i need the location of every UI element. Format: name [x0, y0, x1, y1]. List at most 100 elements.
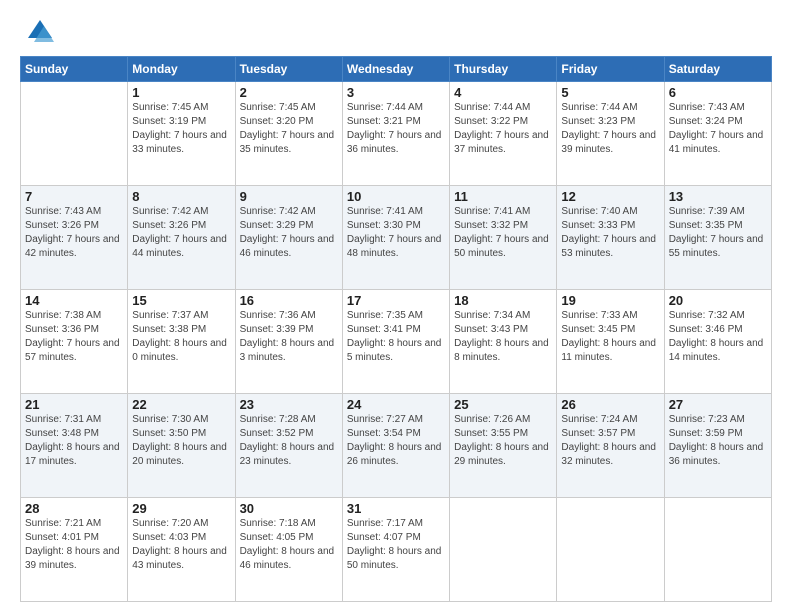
- day-number: 26: [561, 397, 659, 412]
- weekday-header-wednesday: Wednesday: [342, 57, 449, 82]
- weekday-header-saturday: Saturday: [664, 57, 771, 82]
- calendar-cell: 8Sunrise: 7:42 AMSunset: 3:26 PMDaylight…: [128, 186, 235, 290]
- calendar-cell: 21Sunrise: 7:31 AMSunset: 3:48 PMDayligh…: [21, 394, 128, 498]
- day-number: 3: [347, 85, 445, 100]
- calendar-cell: [450, 498, 557, 602]
- day-info: Sunrise: 7:41 AMSunset: 3:30 PMDaylight:…: [347, 205, 445, 261]
- calendar-cell: 20Sunrise: 7:32 AMSunset: 3:46 PMDayligh…: [664, 290, 771, 394]
- day-info: Sunrise: 7:41 AMSunset: 3:32 PMDaylight:…: [454, 205, 552, 261]
- day-number: 31: [347, 501, 445, 516]
- calendar-cell: 25Sunrise: 7:26 AMSunset: 3:55 PMDayligh…: [450, 394, 557, 498]
- day-number: 13: [669, 189, 767, 204]
- calendar-cell: 28Sunrise: 7:21 AMSunset: 4:01 PMDayligh…: [21, 498, 128, 602]
- calendar-cell: 31Sunrise: 7:17 AMSunset: 4:07 PMDayligh…: [342, 498, 449, 602]
- calendar-cell: 15Sunrise: 7:37 AMSunset: 3:38 PMDayligh…: [128, 290, 235, 394]
- day-info: Sunrise: 7:44 AMSunset: 3:21 PMDaylight:…: [347, 101, 445, 157]
- day-info: Sunrise: 7:35 AMSunset: 3:41 PMDaylight:…: [347, 309, 445, 365]
- calendar-cell: 19Sunrise: 7:33 AMSunset: 3:45 PMDayligh…: [557, 290, 664, 394]
- day-number: 24: [347, 397, 445, 412]
- calendar-cell: [21, 82, 128, 186]
- day-info: Sunrise: 7:43 AMSunset: 3:24 PMDaylight:…: [669, 101, 767, 157]
- day-number: 27: [669, 397, 767, 412]
- day-number: 19: [561, 293, 659, 308]
- day-info: Sunrise: 7:36 AMSunset: 3:39 PMDaylight:…: [240, 309, 338, 365]
- calendar-cell: 6Sunrise: 7:43 AMSunset: 3:24 PMDaylight…: [664, 82, 771, 186]
- day-info: Sunrise: 7:44 AMSunset: 3:22 PMDaylight:…: [454, 101, 552, 157]
- logo-icon: [26, 18, 54, 46]
- day-number: 20: [669, 293, 767, 308]
- week-row-1: 7Sunrise: 7:43 AMSunset: 3:26 PMDaylight…: [21, 186, 772, 290]
- weekday-header-sunday: Sunday: [21, 57, 128, 82]
- day-number: 17: [347, 293, 445, 308]
- calendar-cell: 4Sunrise: 7:44 AMSunset: 3:22 PMDaylight…: [450, 82, 557, 186]
- day-number: 21: [25, 397, 123, 412]
- day-info: Sunrise: 7:33 AMSunset: 3:45 PMDaylight:…: [561, 309, 659, 365]
- calendar-cell: 17Sunrise: 7:35 AMSunset: 3:41 PMDayligh…: [342, 290, 449, 394]
- calendar-cell: 24Sunrise: 7:27 AMSunset: 3:54 PMDayligh…: [342, 394, 449, 498]
- calendar-cell: 22Sunrise: 7:30 AMSunset: 3:50 PMDayligh…: [128, 394, 235, 498]
- weekday-header-thursday: Thursday: [450, 57, 557, 82]
- logo: [20, 18, 54, 46]
- day-number: 7: [25, 189, 123, 204]
- day-info: Sunrise: 7:17 AMSunset: 4:07 PMDaylight:…: [347, 517, 445, 573]
- day-info: Sunrise: 7:20 AMSunset: 4:03 PMDaylight:…: [132, 517, 230, 573]
- calendar-cell: 29Sunrise: 7:20 AMSunset: 4:03 PMDayligh…: [128, 498, 235, 602]
- calendar-cell: 1Sunrise: 7:45 AMSunset: 3:19 PMDaylight…: [128, 82, 235, 186]
- calendar-cell: [557, 498, 664, 602]
- calendar-cell: 13Sunrise: 7:39 AMSunset: 3:35 PMDayligh…: [664, 186, 771, 290]
- day-info: Sunrise: 7:32 AMSunset: 3:46 PMDaylight:…: [669, 309, 767, 365]
- day-info: Sunrise: 7:37 AMSunset: 3:38 PMDaylight:…: [132, 309, 230, 365]
- week-row-0: 1Sunrise: 7:45 AMSunset: 3:19 PMDaylight…: [21, 82, 772, 186]
- calendar-cell: 18Sunrise: 7:34 AMSunset: 3:43 PMDayligh…: [450, 290, 557, 394]
- calendar-cell: 2Sunrise: 7:45 AMSunset: 3:20 PMDaylight…: [235, 82, 342, 186]
- day-number: 25: [454, 397, 552, 412]
- day-number: 8: [132, 189, 230, 204]
- day-info: Sunrise: 7:42 AMSunset: 3:26 PMDaylight:…: [132, 205, 230, 261]
- day-info: Sunrise: 7:45 AMSunset: 3:20 PMDaylight:…: [240, 101, 338, 157]
- day-number: 4: [454, 85, 552, 100]
- day-info: Sunrise: 7:21 AMSunset: 4:01 PMDaylight:…: [25, 517, 123, 573]
- day-number: 23: [240, 397, 338, 412]
- day-number: 6: [669, 85, 767, 100]
- weekday-header-tuesday: Tuesday: [235, 57, 342, 82]
- day-number: 2: [240, 85, 338, 100]
- weekday-header-friday: Friday: [557, 57, 664, 82]
- day-info: Sunrise: 7:27 AMSunset: 3:54 PMDaylight:…: [347, 413, 445, 469]
- day-info: Sunrise: 7:28 AMSunset: 3:52 PMDaylight:…: [240, 413, 338, 469]
- day-info: Sunrise: 7:30 AMSunset: 3:50 PMDaylight:…: [132, 413, 230, 469]
- week-row-2: 14Sunrise: 7:38 AMSunset: 3:36 PMDayligh…: [21, 290, 772, 394]
- day-info: Sunrise: 7:18 AMSunset: 4:05 PMDaylight:…: [240, 517, 338, 573]
- day-number: 15: [132, 293, 230, 308]
- header: [20, 18, 772, 46]
- day-number: 30: [240, 501, 338, 516]
- day-info: Sunrise: 7:40 AMSunset: 3:33 PMDaylight:…: [561, 205, 659, 261]
- day-number: 16: [240, 293, 338, 308]
- calendar-cell: 12Sunrise: 7:40 AMSunset: 3:33 PMDayligh…: [557, 186, 664, 290]
- day-info: Sunrise: 7:34 AMSunset: 3:43 PMDaylight:…: [454, 309, 552, 365]
- calendar-cell: 3Sunrise: 7:44 AMSunset: 3:21 PMDaylight…: [342, 82, 449, 186]
- day-info: Sunrise: 7:31 AMSunset: 3:48 PMDaylight:…: [25, 413, 123, 469]
- day-info: Sunrise: 7:44 AMSunset: 3:23 PMDaylight:…: [561, 101, 659, 157]
- calendar-cell: 30Sunrise: 7:18 AMSunset: 4:05 PMDayligh…: [235, 498, 342, 602]
- calendar-cell: 27Sunrise: 7:23 AMSunset: 3:59 PMDayligh…: [664, 394, 771, 498]
- calendar-cell: 14Sunrise: 7:38 AMSunset: 3:36 PMDayligh…: [21, 290, 128, 394]
- day-number: 1: [132, 85, 230, 100]
- day-number: 10: [347, 189, 445, 204]
- day-info: Sunrise: 7:24 AMSunset: 3:57 PMDaylight:…: [561, 413, 659, 469]
- day-number: 18: [454, 293, 552, 308]
- day-number: 11: [454, 189, 552, 204]
- day-info: Sunrise: 7:38 AMSunset: 3:36 PMDaylight:…: [25, 309, 123, 365]
- day-info: Sunrise: 7:43 AMSunset: 3:26 PMDaylight:…: [25, 205, 123, 261]
- day-number: 29: [132, 501, 230, 516]
- calendar-cell: 10Sunrise: 7:41 AMSunset: 3:30 PMDayligh…: [342, 186, 449, 290]
- calendar-cell: 26Sunrise: 7:24 AMSunset: 3:57 PMDayligh…: [557, 394, 664, 498]
- week-row-3: 21Sunrise: 7:31 AMSunset: 3:48 PMDayligh…: [21, 394, 772, 498]
- calendar-cell: 23Sunrise: 7:28 AMSunset: 3:52 PMDayligh…: [235, 394, 342, 498]
- calendar-cell: 5Sunrise: 7:44 AMSunset: 3:23 PMDaylight…: [557, 82, 664, 186]
- calendar-table: SundayMondayTuesdayWednesdayThursdayFrid…: [20, 56, 772, 602]
- day-number: 14: [25, 293, 123, 308]
- week-row-4: 28Sunrise: 7:21 AMSunset: 4:01 PMDayligh…: [21, 498, 772, 602]
- calendar-cell: 9Sunrise: 7:42 AMSunset: 3:29 PMDaylight…: [235, 186, 342, 290]
- day-info: Sunrise: 7:42 AMSunset: 3:29 PMDaylight:…: [240, 205, 338, 261]
- day-info: Sunrise: 7:26 AMSunset: 3:55 PMDaylight:…: [454, 413, 552, 469]
